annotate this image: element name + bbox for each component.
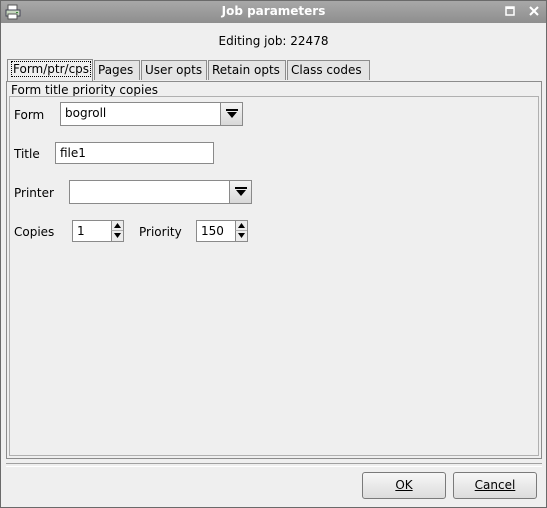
copies-spinbox[interactable]: 1: [72, 220, 124, 242]
separator: [6, 463, 542, 467]
copies-spin-down[interactable]: [111, 231, 123, 241]
editing-job-label: Editing job: 22478: [218, 34, 329, 48]
arrow-down-icon: [238, 233, 245, 238]
tab-class-codes[interactable]: Class codes: [287, 60, 370, 80]
form-combobox[interactable]: bogroll: [60, 102, 243, 126]
tab-label: Form/ptr/cps: [11, 61, 92, 77]
printer-dropdown-button[interactable]: [229, 181, 251, 203]
priority-spin-up[interactable]: [235, 221, 247, 231]
tab-panel: Form title priority copies Form bogroll …: [6, 81, 542, 459]
tab-label: User opts: [145, 63, 203, 77]
title-field[interactable]: file1: [55, 142, 214, 164]
chevron-down-icon: [226, 109, 238, 118]
tab-retain-opts[interactable]: Retain opts: [208, 60, 286, 80]
copies-label: Copies: [14, 225, 55, 239]
priority-spinbox[interactable]: 150: [196, 220, 248, 242]
title-label: Title: [14, 147, 40, 161]
tab-label: Retain opts: [212, 63, 280, 77]
priority-label: Priority: [139, 225, 182, 239]
priority-spin-down[interactable]: [235, 231, 247, 241]
copies-value: 1: [77, 224, 85, 238]
maximize-icon[interactable]: [503, 5, 517, 19]
title-bar[interactable]: Job parameters: [1, 1, 546, 23]
chevron-down-icon: [235, 187, 247, 196]
copies-spin-up[interactable]: [111, 221, 123, 231]
group-title: Form title priority copies: [11, 83, 158, 97]
ok-button[interactable]: OK: [362, 472, 446, 499]
form-dropdown-button[interactable]: [220, 103, 242, 125]
printer-combobox[interactable]: [69, 180, 252, 204]
close-icon[interactable]: [527, 5, 541, 19]
tab-form-ptr-cps[interactable]: Form/ptr/cps: [7, 59, 93, 81]
arrow-down-icon: [114, 233, 121, 238]
tab-pages[interactable]: Pages: [94, 60, 140, 80]
ok-label: OK: [395, 478, 413, 492]
window-title: Job parameters: [221, 4, 326, 18]
tab-label: Class codes: [291, 63, 362, 77]
arrow-up-icon: [238, 223, 245, 228]
printer-label: Printer: [14, 186, 54, 200]
job-parameters-dialog: Job parameters Editing job: 22478 Form/p…: [0, 0, 547, 508]
cancel-button[interactable]: Cancel: [453, 472, 537, 499]
form-value: bogroll: [65, 106, 107, 120]
cancel-label: Cancel: [474, 478, 516, 492]
priority-value: 150: [201, 224, 224, 238]
title-value: file1: [60, 146, 86, 160]
form-label: Form: [14, 108, 45, 122]
arrow-up-icon: [114, 223, 121, 228]
tab-label: Pages: [98, 63, 134, 77]
tab-user-opts[interactable]: User opts: [141, 60, 207, 80]
